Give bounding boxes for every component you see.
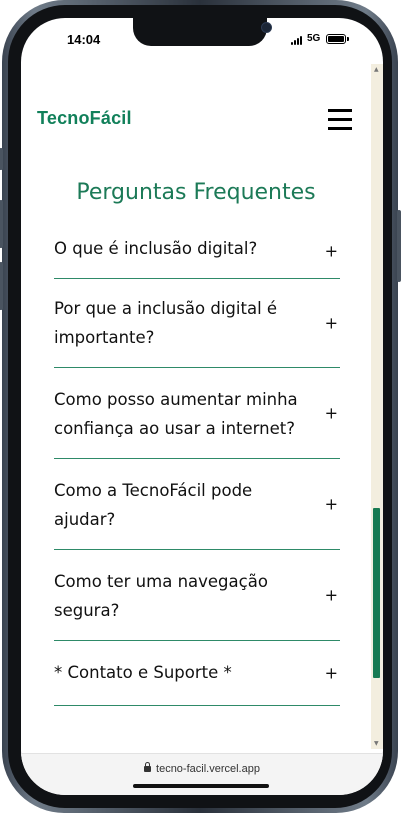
expand-plus-icon[interactable]: +: [325, 664, 338, 683]
signal-strength-icon: [291, 35, 305, 45]
expand-plus-icon[interactable]: +: [325, 242, 338, 261]
browser-address-bar[interactable]: tecno-facil.vercel.app: [21, 753, 383, 795]
faq-item[interactable]: * Contato e Suporte * +: [54, 641, 340, 706]
expand-plus-icon[interactable]: +: [325, 586, 338, 605]
battery-icon: [326, 34, 349, 44]
front-camera-icon: [261, 22, 272, 33]
expand-plus-icon[interactable]: +: [325, 495, 338, 514]
scroll-down-arrow-icon[interactable]: ▼: [374, 740, 379, 747]
page-title: Perguntas Frequentes: [76, 180, 316, 205]
faq-question: O que é inclusão digital?: [54, 239, 258, 258]
faq-question: Como ter uma navegação segura?: [54, 572, 268, 620]
volume-down-button: [0, 262, 3, 310]
faq-question: Como posso aumentar minha confiança ao u…: [54, 390, 298, 438]
faq-item[interactable]: Como posso aumentar minha confiança ao u…: [54, 368, 340, 459]
power-button: [397, 210, 401, 282]
faq-item[interactable]: O que é inclusão digital? +: [54, 224, 340, 279]
lock-icon: [144, 762, 152, 772]
screen: 14:04 5G TecnoFácil Perguntas Frequentes…: [21, 18, 383, 795]
faq-question: Por que a inclusão digital é importante?: [54, 299, 278, 347]
url-text: tecno-facil.vercel.app: [156, 763, 260, 775]
home-indicator[interactable]: [133, 784, 269, 788]
expand-plus-icon[interactable]: +: [325, 314, 338, 333]
faq-item[interactable]: Como ter uma navegação segura? +: [54, 550, 340, 641]
faq-list: O que é inclusão digital? + Por que a in…: [54, 224, 340, 706]
status-bar: 14:04 5G: [21, 18, 383, 64]
volume-up-button: [0, 200, 3, 248]
scrollbar-thumb[interactable]: [373, 508, 380, 678]
faq-item[interactable]: Por que a inclusão digital é importante?…: [54, 279, 340, 368]
faq-question: Como a TecnoFácil pode ajudar?: [54, 481, 253, 529]
faq-item[interactable]: Como a TecnoFácil pode ajudar? +: [54, 459, 340, 550]
dynamic-notch: [133, 18, 272, 46]
faq-question: * Contato e Suporte *: [54, 663, 232, 682]
expand-plus-icon[interactable]: +: [325, 404, 338, 423]
status-time: 14:04: [67, 32, 101, 47]
brand-logo-text[interactable]: TecnoFácil: [37, 108, 132, 129]
mute-switch: [0, 148, 3, 170]
scroll-up-arrow-icon[interactable]: ▲: [374, 66, 379, 73]
url-display[interactable]: tecno-facil.vercel.app: [21, 762, 383, 775]
hamburger-menu-icon[interactable]: [328, 108, 354, 132]
network-type: 5G: [307, 33, 321, 44]
web-page: TecnoFácil Perguntas Frequentes O que é …: [21, 64, 371, 749]
